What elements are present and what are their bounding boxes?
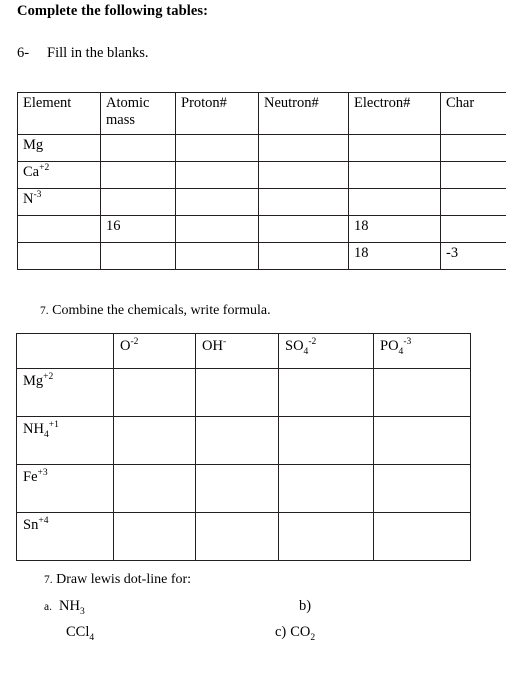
column-header-atomic-mass: Atomic mass [100, 92, 176, 135]
cell-formula-r3-c2[interactable] [195, 464, 279, 513]
elements-table: Element Atomic mass Proton# Neutron# Ele… [17, 92, 506, 270]
cell-protons-4[interactable] [175, 215, 259, 243]
lewis-item-b: b) [299, 598, 311, 615]
cell-formula-r1-c4[interactable] [373, 368, 471, 417]
cell-formula-r2-c4[interactable] [373, 416, 471, 465]
cell-atomic-mass-5[interactable] [100, 242, 176, 270]
cell-element-5[interactable] [17, 242, 101, 270]
lewis-item-a: a. NH3 [44, 598, 85, 617]
cell-charge-4[interactable] [440, 215, 506, 243]
cell-charge-3[interactable] [440, 188, 506, 216]
table-row: Ca+2 [17, 161, 506, 189]
column-header-phosphate: PO4-3 [373, 333, 471, 369]
table-row: Mg+2 [16, 368, 471, 417]
cell-formula-r2-c1[interactable] [113, 416, 196, 465]
question-7a-number: 7. [40, 305, 49, 317]
cell-electrons-4[interactable]: 18 [348, 215, 441, 243]
cell-element-2[interactable]: Ca+2 [17, 161, 101, 189]
table-row: Fe+3 [16, 464, 471, 513]
cell-formula-r1-c2[interactable] [195, 368, 279, 417]
cell-element-1[interactable]: Mg [17, 134, 101, 162]
question-6-number: 6- [17, 45, 30, 61]
column-header-charge: Char [440, 92, 506, 135]
row-header-cation-4: Sn+4 [16, 512, 114, 561]
lewis-item-a-label: a. [44, 601, 52, 613]
combine-chemicals-table: O-2 OH- SO4-2 PO4-3 Mg+2 NH4+1 Fe+3 Sn+4 [16, 333, 471, 561]
table-row: N-3 [17, 188, 506, 216]
cell-atomic-mass-1[interactable] [100, 134, 176, 162]
cell-formula-r3-c3[interactable] [278, 464, 374, 513]
question-7b-text: Draw lewis dot-line for: [56, 572, 192, 587]
cell-formula-r1-c3[interactable] [278, 368, 374, 417]
cell-formula-r3-c4[interactable] [373, 464, 471, 513]
table-row: Mg [17, 134, 506, 162]
row-header-cation-1: Mg+2 [16, 368, 114, 417]
cell-formula-r4-c1[interactable] [113, 512, 196, 561]
cell-neutrons-3[interactable] [258, 188, 349, 216]
cell-formula-r1-c1[interactable] [113, 368, 196, 417]
cell-formula-r3-c1[interactable] [113, 464, 196, 513]
cell-atomic-mass-2[interactable] [100, 161, 176, 189]
cell-neutrons-5[interactable] [258, 242, 349, 270]
lewis-item-c: c) CO2 [275, 624, 316, 643]
column-header-neutrons: Neutron# [258, 92, 349, 135]
lewis-item-ccl4-formula: CCl4 [66, 624, 95, 643]
question-6-text: Fill in the blanks. [47, 45, 149, 61]
cell-electrons-3[interactable] [348, 188, 441, 216]
cell-electrons-5[interactable]: 18 [348, 242, 441, 270]
column-header-electrons: Electron# [348, 92, 441, 135]
table-header-row: Element Atomic mass Proton# Neutron# Ele… [17, 92, 506, 135]
cell-protons-2[interactable] [175, 161, 259, 189]
cell-electrons-1[interactable] [348, 134, 441, 162]
cell-formula-r4-c2[interactable] [195, 512, 279, 561]
cell-formula-r2-c2[interactable] [195, 416, 279, 465]
column-header-hydroxide: OH- [195, 333, 279, 369]
cell-formula-r4-c3[interactable] [278, 512, 374, 561]
cell-charge-1[interactable] [440, 134, 506, 162]
cell-electrons-2[interactable] [348, 161, 441, 189]
cell-neutrons-2[interactable] [258, 161, 349, 189]
cell-neutrons-1[interactable] [258, 134, 349, 162]
column-header-element: Element [17, 92, 101, 135]
cell-charge-2[interactable] [440, 161, 506, 189]
cell-neutrons-4[interactable] [258, 215, 349, 243]
cell-element-3[interactable]: N-3 [17, 188, 101, 216]
question-7b-prompt: 7. Draw lewis dot-line for: [44, 572, 191, 588]
cell-protons-3[interactable] [175, 188, 259, 216]
table-row: NH4+1 [16, 416, 471, 465]
cell-charge-5[interactable]: -3 [440, 242, 506, 270]
cell-protons-5[interactable] [175, 242, 259, 270]
column-header-sulfate: SO4-2 [278, 333, 374, 369]
table-header-row: O-2 OH- SO4-2 PO4-3 [16, 333, 471, 369]
lewis-item-c-formula: CO2 [290, 624, 316, 643]
cell-formula-r2-c3[interactable] [278, 416, 374, 465]
cell-protons-1[interactable] [175, 134, 259, 162]
row-header-cation-3: Fe+3 [16, 464, 114, 513]
lewis-item-ccl4: CCl4 [66, 624, 95, 643]
cell-atomic-mass-3[interactable] [100, 188, 176, 216]
lewis-item-b-label: b) [299, 598, 312, 614]
row-header-cation-2: NH4+1 [16, 416, 114, 465]
column-header-protons: Proton# [175, 92, 259, 135]
cell-atomic-mass-4[interactable]: 16 [100, 215, 176, 243]
question-7a-prompt: 7. Combine the chemicals, write formula. [40, 303, 271, 319]
corner-cell [16, 333, 114, 369]
cell-element-4[interactable] [17, 215, 101, 243]
table-row: Sn+4 [16, 512, 471, 561]
worksheet-page: Complete the following tables: 6- Fill in… [0, 0, 506, 700]
question-7b-number: 7. [44, 574, 53, 586]
lewis-item-a-formula: NH3 [58, 598, 85, 617]
question-7a-text: Combine the chemicals, write formula. [52, 303, 271, 318]
table-row: 18 -3 [17, 242, 506, 270]
page-title: Complete the following tables: [17, 3, 209, 19]
table-row: 16 18 [17, 215, 506, 243]
lewis-item-c-label: c) [275, 624, 287, 640]
question-6-prompt: 6- Fill in the blanks. [17, 45, 149, 62]
column-header-oxide: O-2 [113, 333, 196, 369]
cell-formula-r4-c4[interactable] [373, 512, 471, 561]
